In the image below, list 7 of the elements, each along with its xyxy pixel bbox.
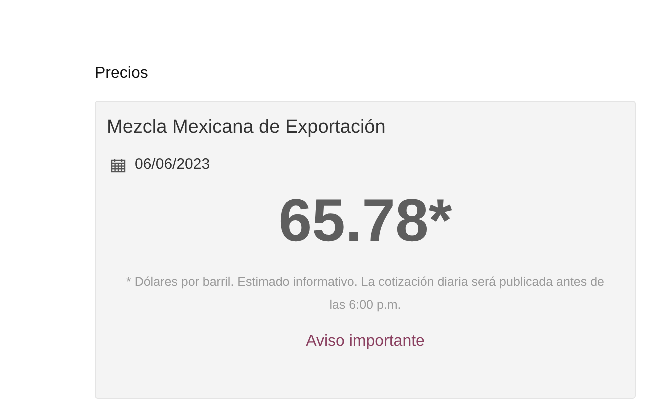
notice-link[interactable]: Aviso importante xyxy=(306,330,425,354)
card-title: Mezcla Mexicana de Exportación xyxy=(107,116,387,140)
date-text: 06/06/2023 xyxy=(135,155,210,175)
section-title: Precios xyxy=(95,64,150,84)
calendar-icon xyxy=(111,158,126,173)
price-note: * Dólares por barril. Estimado informativo. La cotización diaria será publicada antes de las 6:00 p.m. xyxy=(125,274,606,314)
price-value: 65.78* xyxy=(278,186,452,256)
